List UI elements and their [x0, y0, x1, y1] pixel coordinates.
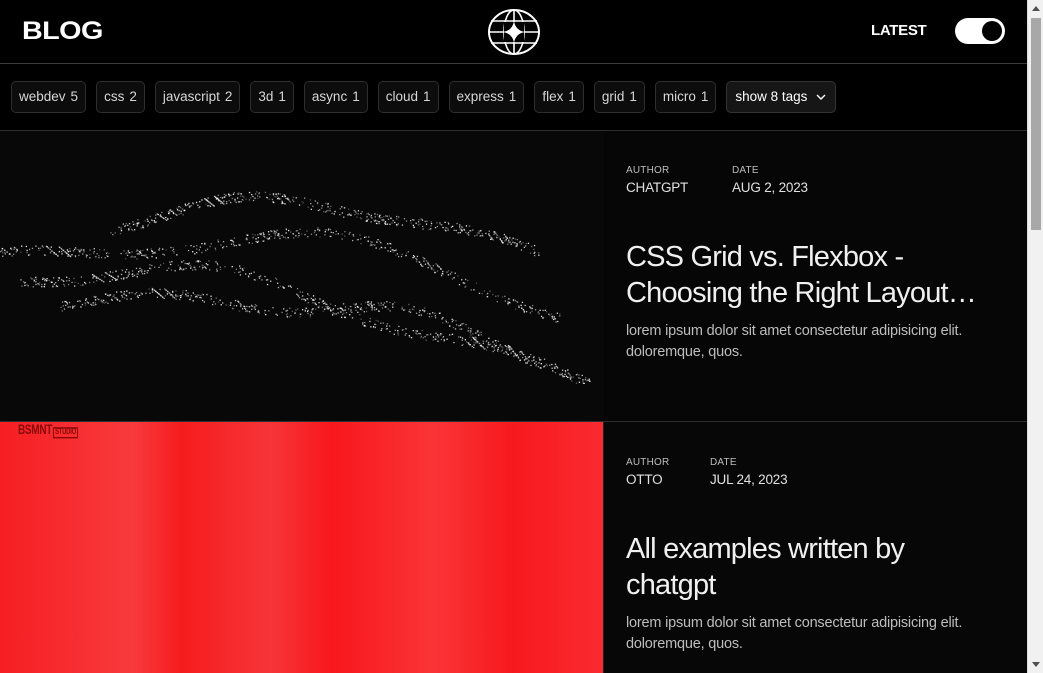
globe-star-icon[interactable] — [487, 7, 541, 57]
tag-count: 1 — [278, 89, 286, 104]
author-label: AUTHOR — [626, 457, 670, 468]
post-card[interactable]: BSMNT STUDIO AUTHOR OTTO DATE JUL 24, 202… — [0, 422, 1027, 673]
date-block: DATE AUG 2, 2023 — [732, 165, 808, 195]
tag-count: 1 — [629, 89, 637, 104]
scroll-up-arrow-icon[interactable] — [1028, 0, 1043, 16]
latest-toggle[interactable] — [955, 18, 1005, 44]
author-name[interactable]: OTTO — [626, 472, 710, 487]
post-date: AUG 2, 2023 — [732, 180, 808, 195]
author-block: AUTHOR OTTO — [626, 457, 710, 487]
tag-list: webdev 5 css 2 javascript 2 3d 1 async 1 clou… — [11, 81, 837, 113]
tag-name: webdev — [19, 89, 66, 104]
tag-micro[interactable]: micro 1 — [654, 81, 717, 113]
tag-flex[interactable]: flex 1 — [534, 81, 584, 113]
date-block: DATE JUL 24, 2023 — [710, 457, 788, 487]
title-line: Choosing the Right Layout… — [626, 277, 977, 309]
brand-sub: STUDIO — [53, 427, 78, 439]
toggle-knob — [982, 21, 1002, 41]
tag-count: 1 — [352, 89, 360, 104]
tag-async[interactable]: async 1 — [303, 81, 368, 113]
tag-name: javascript — [162, 89, 220, 104]
tag-count: 1 — [568, 89, 576, 104]
site-header: BLOG LATEST — [0, 0, 1027, 64]
tag-grid[interactable]: grid 1 — [593, 81, 645, 113]
tag-webdev[interactable]: webdev 5 — [11, 81, 87, 113]
tag-css[interactable]: css 2 — [96, 81, 145, 113]
tag-name: cloud — [385, 89, 418, 104]
post-title[interactable]: CSS Grid vs. Flexbox - Choosing the Righ… — [626, 239, 1016, 311]
title-line: chatgpt — [626, 569, 716, 601]
post-thumbnail[interactable] — [0, 131, 604, 421]
particle-wave-image — [0, 191, 591, 384]
tag-count: 2 — [224, 89, 233, 104]
show-tags-label: show 8 tags — [735, 89, 808, 104]
tag-name: async — [311, 89, 348, 104]
tag-count: 5 — [70, 89, 79, 104]
blog-logo[interactable]: BLOG — [22, 17, 103, 46]
tag-express[interactable]: express 1 — [448, 81, 525, 113]
show-tags-dropdown[interactable]: show 8 tags — [726, 81, 837, 113]
tag-name: micro — [662, 89, 696, 104]
scroll-down-arrow-icon[interactable] — [1028, 657, 1043, 673]
tag-name: 3d — [258, 89, 274, 104]
latest-label: LATEST — [871, 22, 927, 39]
post-meta: AUTHOR CHATGPT DATE AUG 2, 2023 — [626, 165, 808, 195]
tag-count: 1 — [423, 89, 431, 104]
post-excerpt: lorem ipsum dolor sit amet consectetur a… — [626, 323, 963, 360]
title-line: CSS Grid vs. Flexbox - — [626, 241, 904, 273]
author-name[interactable]: CHATGPT — [626, 180, 732, 195]
date-label: DATE — [732, 165, 759, 176]
chevron-down-icon — [816, 94, 826, 100]
tag-cloud[interactable]: cloud 1 — [377, 81, 439, 113]
date-label: DATE — [710, 457, 737, 468]
tag-3d[interactable]: 3d 1 — [250, 81, 294, 113]
post-card[interactable]: AUTHOR CHATGPT DATE AUG 2, 2023 CSS Grid… — [0, 131, 1027, 422]
brand-text: BSMNT — [18, 423, 53, 439]
post-meta: AUTHOR OTTO DATE JUL 24, 2023 — [626, 457, 788, 487]
tag-count: 1 — [700, 89, 709, 104]
post-title[interactable]: All examples written by chatgpt — [626, 531, 1016, 603]
studio-brand-mark: BSMNT STUDIO — [18, 423, 78, 439]
tag-name: flex — [542, 89, 564, 104]
post-date: JUL 24, 2023 — [710, 472, 788, 487]
tag-name: css — [104, 89, 125, 104]
post-thumbnail[interactable]: BSMNT STUDIO — [0, 422, 604, 673]
post-excerpt: lorem ipsum dolor sit amet consectetur a… — [626, 615, 963, 652]
vertical-scrollbar[interactable] — [1027, 0, 1043, 673]
scrollbar-thumb[interactable] — [1031, 18, 1041, 230]
tags-bar: webdev 5 css 2 javascript 2 3d 1 async 1 clou… — [0, 64, 1027, 131]
tag-count: 2 — [129, 89, 137, 104]
tag-count: 1 — [508, 89, 517, 104]
blog-page: BLOG LATEST webdev 5 css 2 javascript 2 3d 1… — [0, 0, 1027, 673]
tag-name: express — [456, 89, 504, 104]
author-label: AUTHOR — [626, 165, 670, 176]
tag-name: grid — [601, 89, 625, 104]
title-line: All examples written by — [626, 533, 905, 565]
author-block: AUTHOR CHATGPT — [626, 165, 732, 195]
tag-javascript[interactable]: javascript 2 — [154, 81, 241, 113]
